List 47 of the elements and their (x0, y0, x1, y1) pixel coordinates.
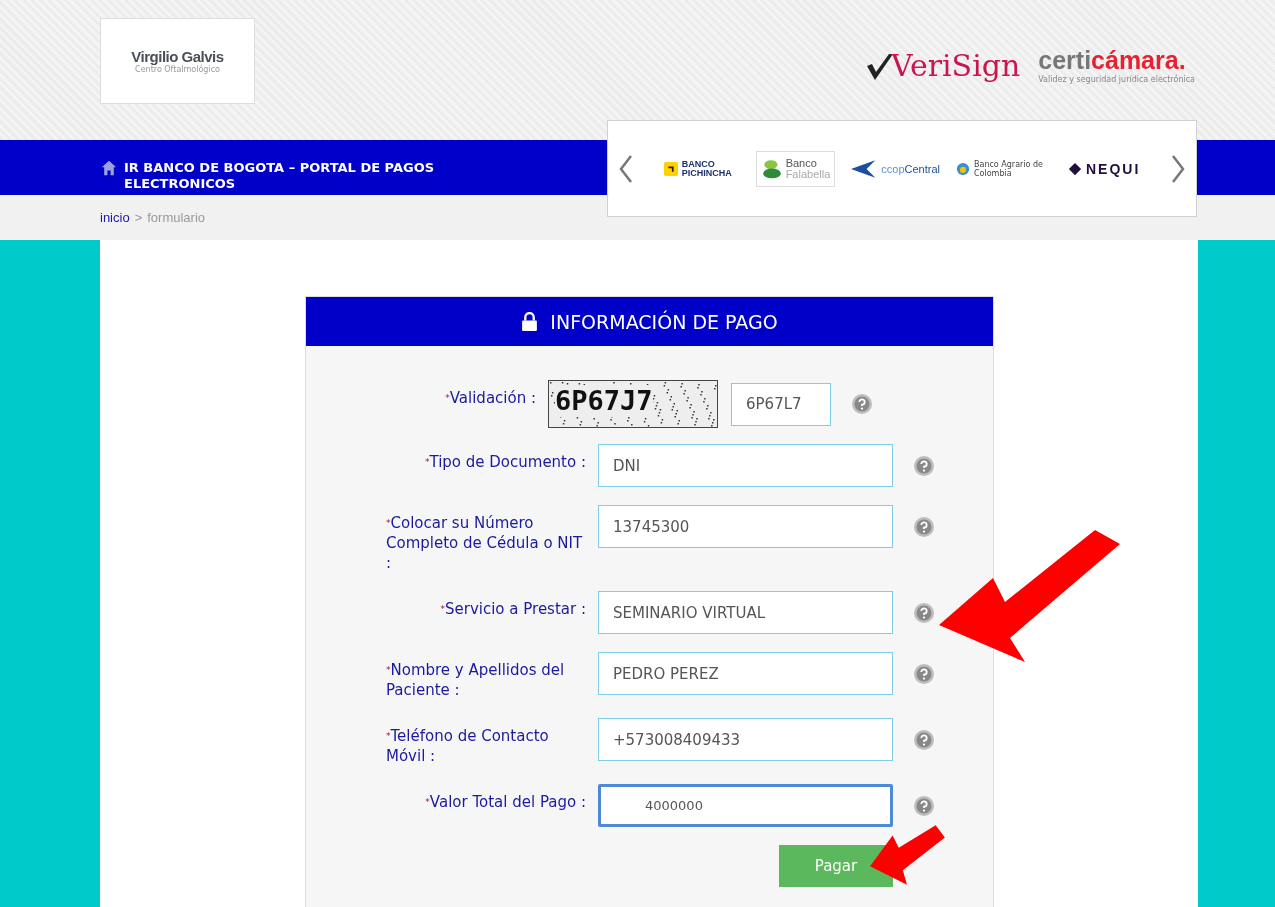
portal-title[interactable]: IR BANCO DE BOGOTA – PORTAL DE PAGOS ELECTRONICOS (124, 160, 520, 192)
text-input[interactable]: SEMINARIO VIRTUAL (598, 591, 893, 634)
help-icon[interactable] (851, 393, 873, 415)
lock-icon (521, 312, 539, 331)
form-title: INFORMACIÓN DE PAGO (550, 310, 778, 333)
help-icon[interactable] (913, 454, 935, 477)
field-label: $^{*}$Valor Total del Pago : (425, 792, 586, 812)
amount-input[interactable]: 4000000 (598, 784, 893, 827)
field-label: $^{*}$Teléfono de Contacto Móvil : (386, 726, 550, 766)
globe-logo-icon (956, 161, 970, 176)
home-icon[interactable] (100, 160, 118, 176)
field-label: $^{*}$Tipo de Documento : (424, 452, 586, 472)
bank-logo-card[interactable]: Banco Falabella (755, 150, 836, 187)
bank-logo-text: Falabella (785, 168, 831, 180)
help-icon[interactable] (913, 728, 935, 751)
certicamara-tagline: Validez y seguridad jurídica electrónica (1038, 75, 1195, 84)
help-icon[interactable] (913, 662, 935, 685)
bank-logo-text: Banco (785, 157, 818, 169)
text-input[interactable]: 13745300 (598, 505, 893, 548)
bank-logo-text[interactable]: BANCO PICHINCHA (681, 159, 740, 178)
help-icon[interactable] (913, 601, 935, 624)
field-label: $^{*}$Servicio a Prestar : (440, 599, 586, 619)
captcha-input[interactable]: 6P67L7 (731, 382, 831, 426)
chevron-left-icon[interactable] (618, 153, 634, 184)
leaf-icon (760, 157, 783, 180)
field-label: $^{*}$Colocar su Número Completo de Cédula o NIT : (386, 513, 584, 573)
bank-logo-text[interactable]: ccopCentral (881, 162, 940, 175)
diamond-logo-icon (1068, 161, 1082, 176)
certicamara-logo-text: certicámara. (1038, 46, 1187, 74)
field-label: $^{*}$Validación : (445, 388, 536, 408)
breadcrumb-link[interactable]: inicio (100, 210, 130, 240)
breadcrumb-text: > (134, 210, 143, 227)
help-icon[interactable] (913, 794, 935, 817)
bank-logo-text[interactable]: Banco Agrario de Colombia (974, 159, 1052, 178)
chevron-right-icon[interactable] (1170, 153, 1186, 184)
breadcrumb-text: formulario (147, 210, 205, 227)
field-label: $^{*}$Nombre y Apellidos del Paciente : (386, 660, 566, 700)
square-logo-icon (663, 161, 678, 176)
text-input[interactable]: DNI (598, 444, 893, 487)
verisign-logo-text: VeriSign (891, 47, 1021, 83)
logo-tagline: Centro Oftalmológico (135, 65, 220, 74)
captcha-image: 6P67J7 (548, 380, 718, 428)
help-icon[interactable] (913, 515, 935, 538)
logo-text: Virgilio Galvis (131, 48, 224, 65)
bank-logo-text[interactable]: NEQUI (1086, 160, 1141, 177)
text-input[interactable]: PEDRO PEREZ (598, 652, 893, 695)
text-input[interactable]: +573008409433 (598, 718, 893, 761)
